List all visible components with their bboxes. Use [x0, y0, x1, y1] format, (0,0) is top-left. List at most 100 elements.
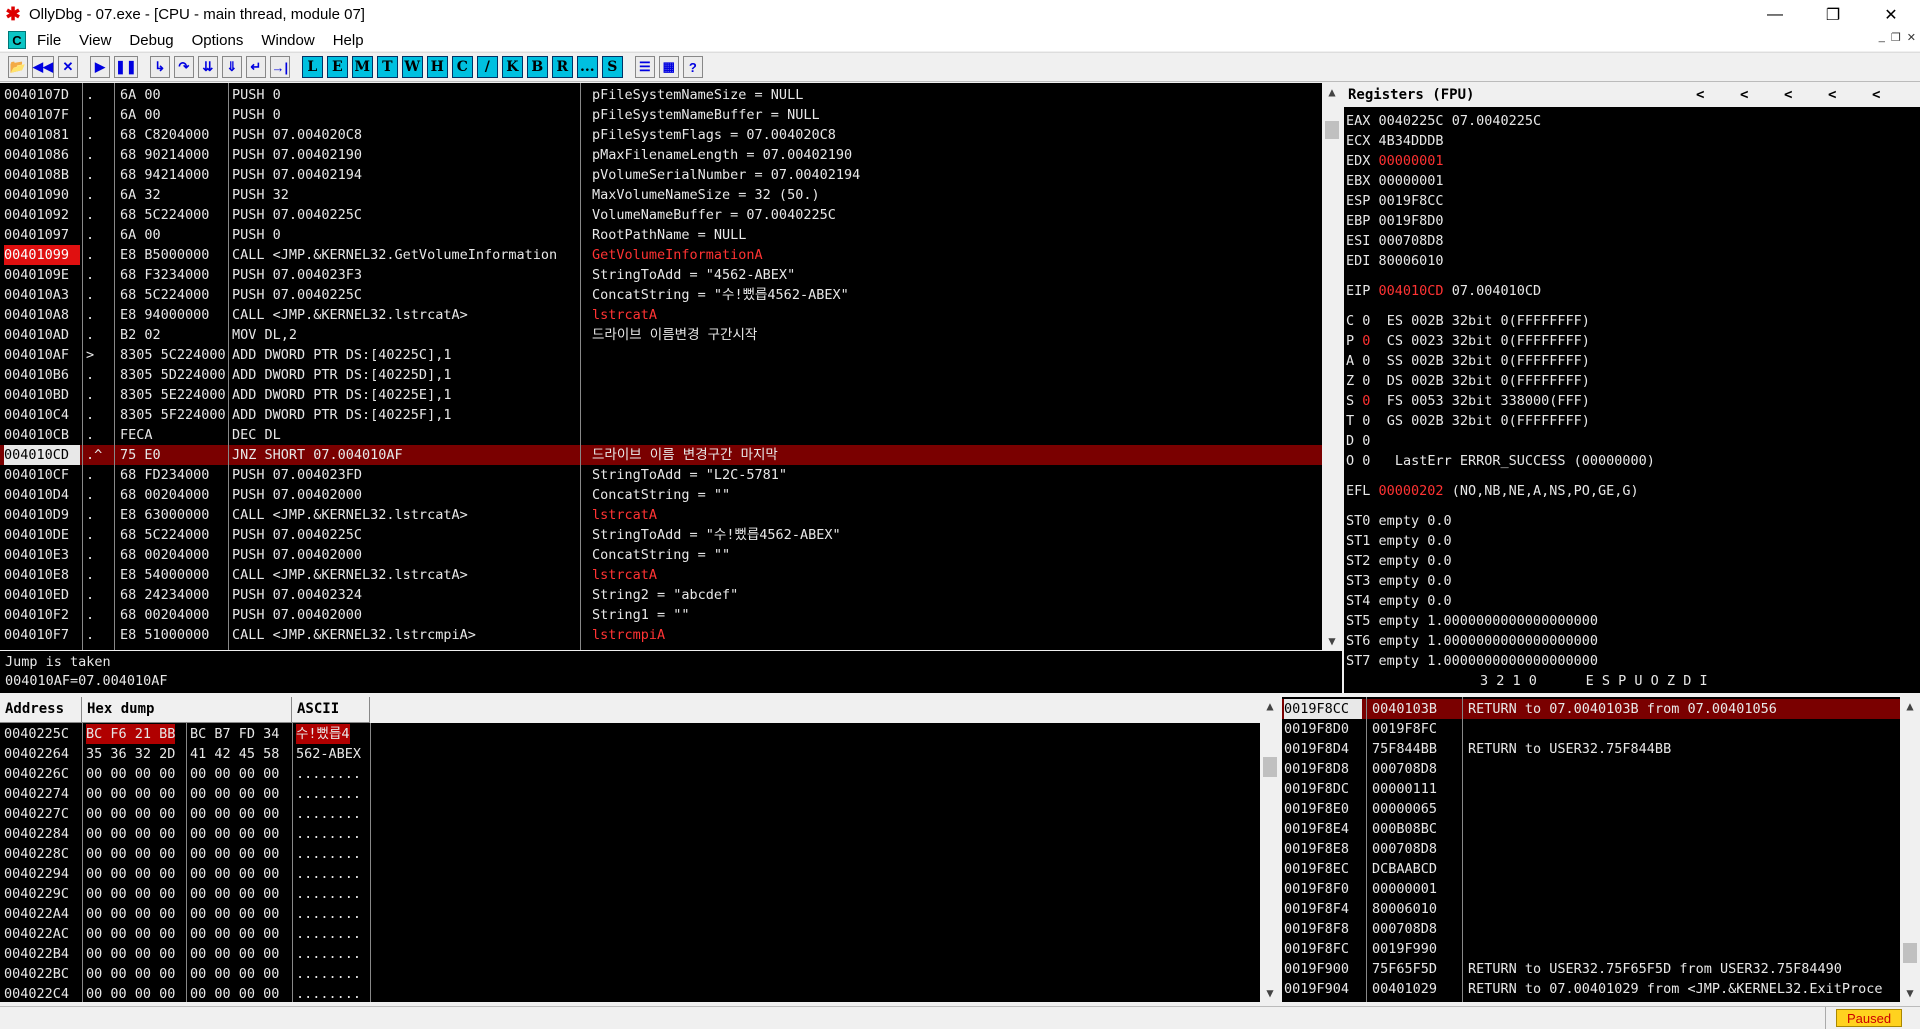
window-button-e[interactable]: E — [326, 56, 348, 78]
step-over-icon[interactable]: ↷ — [173, 56, 194, 78]
window-button-c[interactable]: C — [451, 56, 473, 78]
disasm-row[interactable]: 004010CF. 68 FD234000 PUSH 07.004023FD Stri… — [0, 465, 1322, 485]
menu-view[interactable]: View — [70, 32, 120, 49]
rewind-icon[interactable]: ◀◀ — [32, 56, 54, 78]
disasm-row[interactable]: 004010B6. 8305 5D224000 ADD DWORD PTR DS:[… — [0, 365, 1322, 385]
cpu-window-icon[interactable]: C — [8, 31, 26, 49]
dump-row[interactable]: 0040227C 00 00 00 00 00 00 00 00........ — [0, 804, 1260, 824]
register-edx[interactable]: EDX 00000001 — [1344, 151, 1914, 171]
grid-icon[interactable]: ▦ — [658, 56, 679, 78]
fpu-register[interactable]: ST4 empty 0.0 — [1344, 591, 1914, 611]
disasm-row[interactable]: 004010D4. 68 00204000 PUSH 07.00402000 Conc… — [0, 485, 1322, 505]
fpu-register[interactable]: ST2 empty 0.0 — [1344, 551, 1914, 571]
disasm-row[interactable]: 004010CB. FECA DEC DL — [0, 425, 1322, 445]
open-icon[interactable]: 📂 — [8, 56, 28, 78]
stack-row[interactable]: 0019F8D0 0019F8FC — [1282, 719, 1900, 739]
dump-row[interactable]: 0040228C 00 00 00 00 00 00 00 00........ — [0, 844, 1260, 864]
disasm-row[interactable]: 00401092. 68 5C224000 PUSH 07.0040225C Volu… — [0, 205, 1322, 225]
stack-row[interactable]: 0019F8D4 75F844BB RETURN to USER32.75F844B… — [1282, 739, 1900, 759]
registers-pane[interactable]: Registers (FPU) < < < < < EAX 0040225C 0… — [1344, 83, 1920, 693]
stack-row[interactable]: 0019F900 75F65F5D RETURN to USER32.75F65F5… — [1282, 959, 1900, 979]
stack-row[interactable]: 0019F8D8 000708D8 — [1282, 759, 1900, 779]
dump-scrollbar[interactable]: ▲ ▼ — [1260, 697, 1280, 1002]
stack-row[interactable]: 0019F904 00401029 RETURN to 07.00401029 fr… — [1282, 979, 1900, 999]
disasm-row[interactable]: 004010D9. E8 63000000 CALL <JMP.&KERNEL32.… — [0, 505, 1322, 525]
scroll-thumb[interactable] — [1903, 943, 1917, 963]
run-icon[interactable]: ▶ — [90, 56, 110, 78]
mdi-close-button[interactable]: ✕ — [1907, 31, 1916, 44]
arrow-left-icon[interactable]: < — [1828, 83, 1836, 107]
dump-row[interactable]: 004022B4 00 00 00 00 00 00 00 00........ — [0, 944, 1260, 964]
window-button-h[interactable]: H — [426, 56, 448, 78]
register-eax[interactable]: EAX 0040225C 07.0040225C — [1344, 111, 1914, 131]
flag-d[interactable]: D 0 — [1344, 431, 1914, 451]
menu-window[interactable]: Window — [252, 32, 323, 49]
disasm-row[interactable]: 004010E3. 68 00204000 PUSH 07.00402000 Conc… — [0, 545, 1322, 565]
flag-c[interactable]: C 0 ES 002B 32bit 0(FFFFFFFF) — [1344, 311, 1914, 331]
disasm-row[interactable]: 0040109E. 68 F3234000 PUSH 07.004023F3 Stri… — [0, 265, 1322, 285]
disasm-row[interactable]: 00401086. 68 90214000 PUSH 07.00402190 pMax… — [0, 145, 1322, 165]
execute-till-return-icon[interactable]: ↵ — [245, 56, 266, 78]
scroll-down-icon[interactable]: ▼ — [1322, 632, 1342, 650]
stack-row[interactable]: 0019F8E8 000708D8 — [1282, 839, 1900, 859]
trace-into-icon[interactable]: ⇊ — [197, 56, 218, 78]
dump-col-address[interactable]: Address — [0, 697, 82, 723]
dump-row[interactable]: 0040225C BC F6 21 BB BC B7 FD 34 수!뻤릅4 — [0, 724, 1260, 744]
fpu-register[interactable]: ST1 empty 0.0 — [1344, 531, 1914, 551]
register-esi[interactable]: ESI 000708D8 — [1344, 231, 1914, 251]
dump-row[interactable]: 004022A4 00 00 00 00 00 00 00 00........ — [0, 904, 1260, 924]
dump-row[interactable]: 00402274 00 00 00 00 00 00 00 00........ — [0, 784, 1260, 804]
menu-options[interactable]: Options — [183, 32, 253, 49]
register-ebx[interactable]: EBX 00000001 — [1344, 171, 1914, 191]
register-edi[interactable]: EDI 80006010 — [1344, 251, 1914, 271]
disasm-row[interactable]: 00401099. E8 B5000000 CALL <JMP.&KERNEL32.… — [0, 245, 1322, 265]
disasm-row[interactable]: 00401097. 6A 00 PUSH 0 RootPathName = NULL — [0, 225, 1322, 245]
dump-row[interactable]: 00402294 00 00 00 00 00 00 00 00........ — [0, 864, 1260, 884]
disasm-row[interactable]: 004010CD .^ 75 E0 JNZ SHORT 07.004010AF 드라이브… — [0, 445, 1322, 465]
disasm-row[interactable]: 004010AF >8305 5C224000 ADD DWORD PTR DS:[… — [0, 345, 1322, 365]
mdi-restore-button[interactable]: ❐ — [1891, 31, 1901, 44]
disasm-row[interactable]: 00401090. 6A 32 PUSH 32 MaxVolumeNameSize =… — [0, 185, 1322, 205]
stack-row[interactable]: 0019F8F4 80006010 — [1282, 899, 1900, 919]
menu-file[interactable]: File — [28, 32, 70, 49]
disasm-row[interactable]: 004010F7. E8 51000000 CALL <JMP.&KERNEL32.… — [0, 625, 1322, 645]
disasm-row[interactable]: 004010F2. 68 00204000 PUSH 07.00402000 Stri… — [0, 605, 1322, 625]
disasm-row[interactable]: 004010AD. B2 02 MOV DL,2 드라이브 이름변경 구간시작 — [0, 325, 1322, 345]
register-ebp[interactable]: EBP 0019F8D0 — [1344, 211, 1914, 231]
disasm-row[interactable]: 004010A3. 68 5C224000 PUSH 07.0040225C Conc… — [0, 285, 1322, 305]
stack-row[interactable]: 0019F8DC 00000111 — [1282, 779, 1900, 799]
dump-row[interactable]: 004022BC 00 00 00 00 00 00 00 00........ — [0, 964, 1260, 984]
disasm-row[interactable]: 004010DE. 68 5C224000 PUSH 07.0040225C Stri… — [0, 525, 1322, 545]
help-icon[interactable]: ? — [682, 56, 703, 78]
stack-scrollbar[interactable]: ▲ ▼ — [1900, 697, 1920, 1002]
stack-row[interactable]: 0019F8F8 000708D8 — [1282, 919, 1900, 939]
flag-o[interactable]: O 0 LastErr ERROR_SUCCESS (00000000) — [1344, 451, 1914, 471]
arrow-left-icon[interactable]: < — [1872, 83, 1880, 107]
list-icon[interactable]: ☰ — [634, 56, 655, 78]
dump-row[interactable]: 004022C4 00 00 00 00 00 00 00 00........ — [0, 984, 1260, 1002]
disasm-row[interactable]: 004010ED. 68 24234000 PUSH 07.00402324 Stri… — [0, 585, 1322, 605]
flag-s[interactable]: S 0 FS 0053 32bit 338000(FFF) — [1344, 391, 1914, 411]
fpu-register[interactable]: ST7 empty 1.0000000000000000000 — [1344, 651, 1914, 671]
dump-row[interactable]: 00402284 00 00 00 00 00 00 00 00........ — [0, 824, 1260, 844]
disasm-row[interactable]: 0040108B. 68 94214000 PUSH 07.00402194 pVol… — [0, 165, 1322, 185]
window-button-slash[interactable]: / — [476, 56, 498, 78]
arrow-left-icon[interactable]: < — [1784, 83, 1792, 107]
mdi-minimize-button[interactable]: _ — [1879, 31, 1885, 44]
fpu-register[interactable]: ST5 empty 1.0000000000000000000 — [1344, 611, 1914, 631]
flag-a[interactable]: A 0 SS 002B 32bit 0(FFFFFFFF) — [1344, 351, 1914, 371]
window-button-t[interactable]: T — [376, 56, 398, 78]
disassembly-pane[interactable]: 0040107D. 6A 00 PUSH 0 pFileSystemNameSize … — [0, 83, 1342, 650]
window-button-r[interactable]: R — [551, 56, 573, 78]
window-button-dots[interactable]: ... — [576, 56, 598, 78]
scroll-up-icon[interactable]: ▲ — [1900, 697, 1920, 715]
dump-row[interactable]: 00402264 35 36 32 2D 41 42 45 58 562-ABEX — [0, 744, 1260, 764]
disasm-row[interactable]: 004010BD. 8305 5E224000 ADD DWORD PTR DS:[… — [0, 385, 1322, 405]
scroll-down-icon[interactable]: ▼ — [1900, 984, 1920, 1002]
close-button[interactable]: ✕ — [1862, 0, 1920, 29]
disasm-row[interactable]: 004010A8. E8 94000000 CALL <JMP.&KERNEL32.… — [0, 305, 1322, 325]
register-esp[interactable]: ESP 0019F8CC — [1344, 191, 1914, 211]
window-button-l[interactable]: L — [301, 56, 323, 78]
arrow-left-icon[interactable]: < — [1740, 83, 1748, 107]
register-ecx[interactable]: ECX 4B34DDDB — [1344, 131, 1914, 151]
